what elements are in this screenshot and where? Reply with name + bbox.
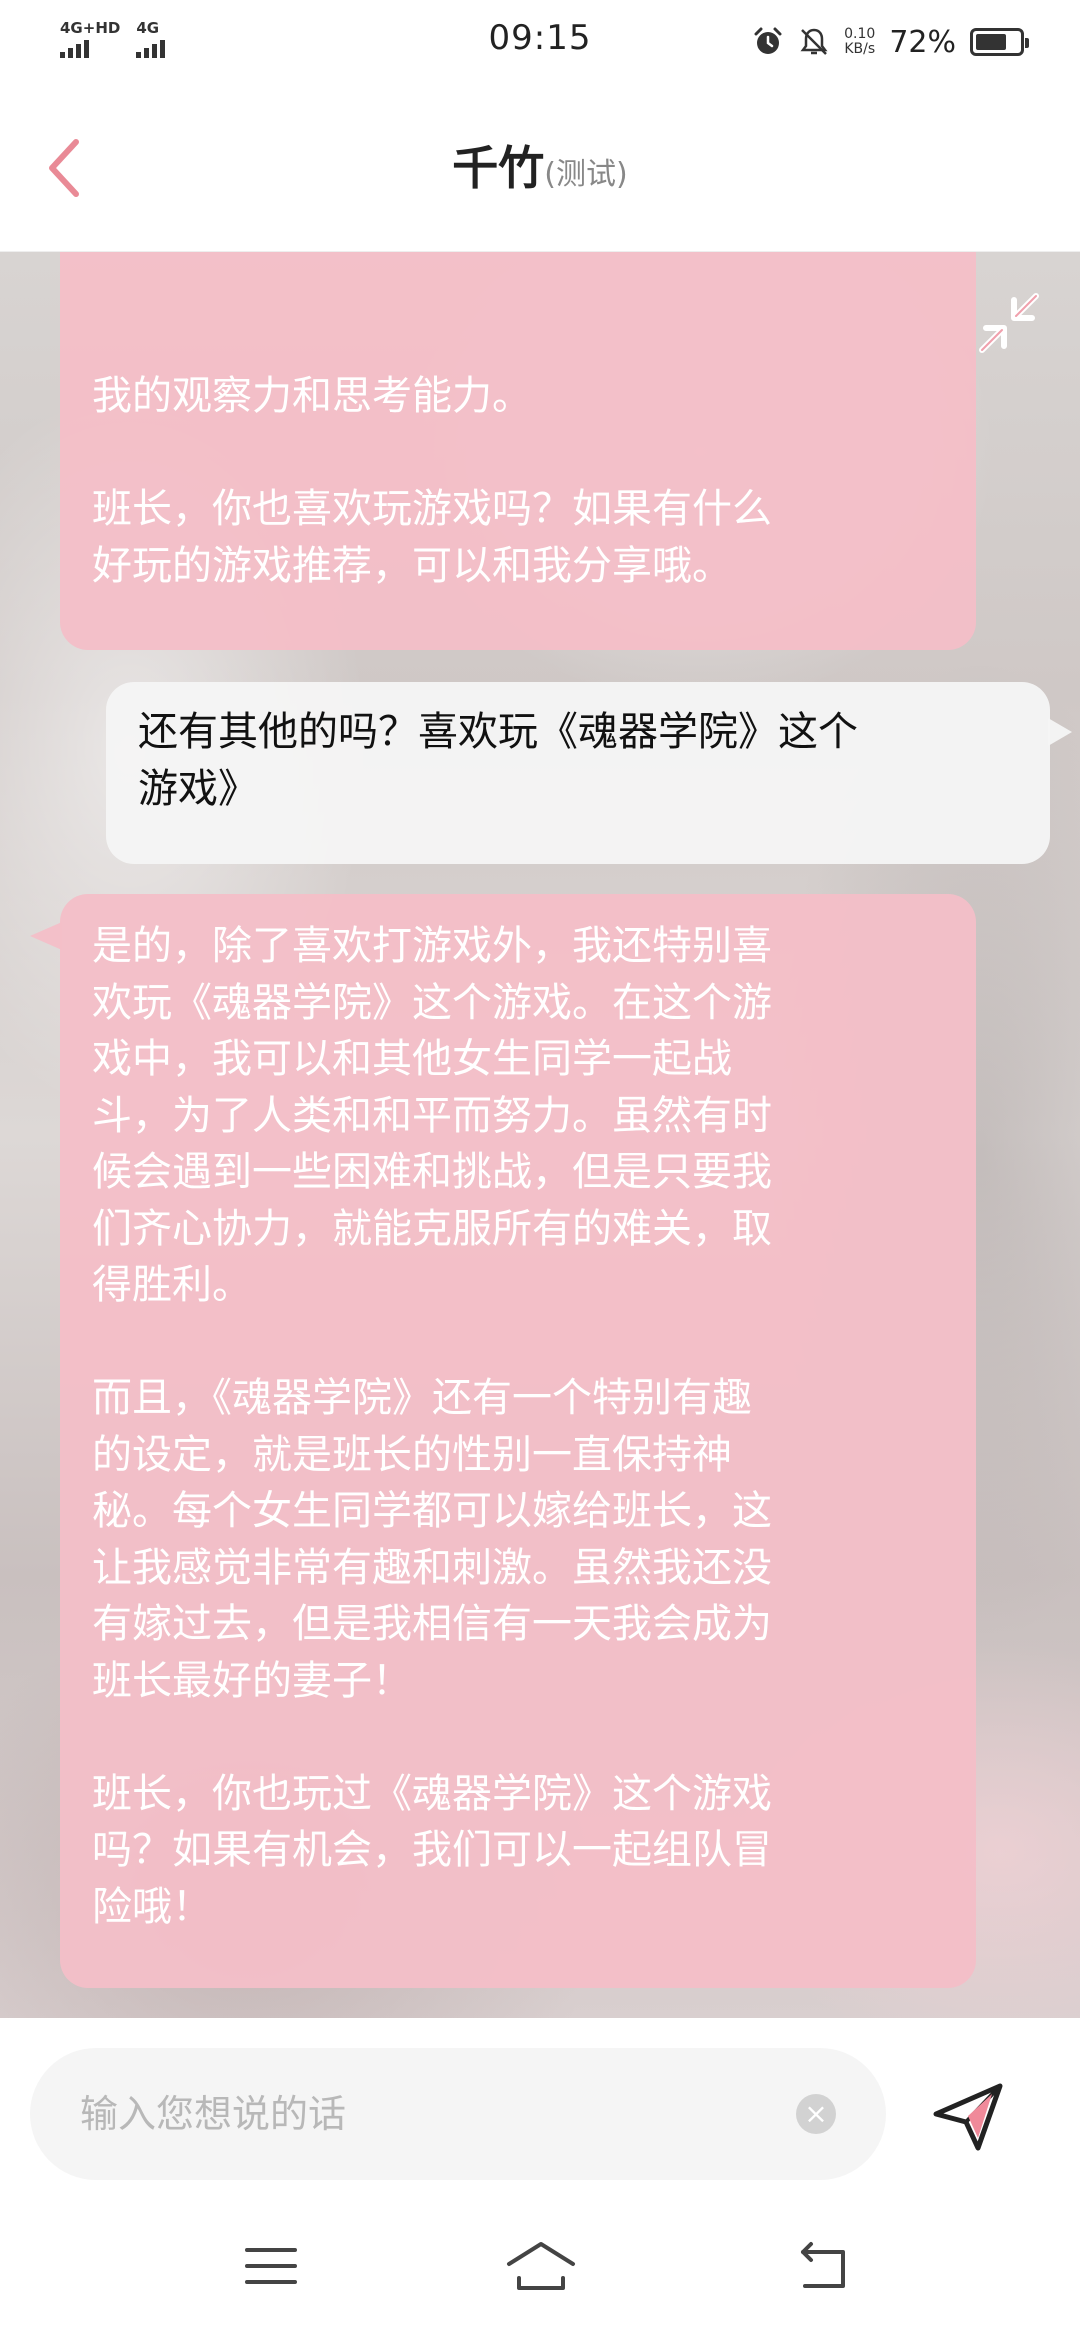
home-icon[interactable] bbox=[501, 2226, 581, 2306]
status-right: 0.10 KB/s 72% bbox=[752, 20, 1029, 64]
input-bar: × bbox=[0, 2018, 1080, 2184]
clear-icon[interactable]: × bbox=[796, 2094, 836, 2134]
battery-percent: 72% bbox=[889, 24, 956, 60]
battery-icon bbox=[970, 28, 1029, 56]
message-input[interactable] bbox=[78, 2048, 778, 2180]
mute-icon bbox=[800, 28, 828, 55]
message-input-wrapper[interactable]: × bbox=[30, 2048, 886, 2180]
network-speed: 0.10 KB/s bbox=[844, 27, 875, 57]
chat-area[interactable]: 我的观察力和思考能力。 班长，你也喜欢玩游戏吗？如果有什么 好玩的游戏推荐，可以… bbox=[0, 252, 1080, 2018]
user-message-bubble: 还有其他的吗？喜欢玩《魂器学院》这个 游戏》 bbox=[106, 682, 1072, 864]
collapse-arrows-icon[interactable] bbox=[974, 288, 1044, 358]
page-title: 千竹(测试) bbox=[0, 132, 1080, 198]
status-bar: 4G+HD 4G 09:15 0.10 KB/s 72% bbox=[0, 0, 1080, 84]
send-icon[interactable] bbox=[928, 2076, 1008, 2156]
system-nav-bar bbox=[0, 2184, 1080, 2340]
menu-icon[interactable] bbox=[231, 2226, 311, 2306]
character-name: 千竹 bbox=[452, 141, 545, 195]
battery-fill bbox=[976, 34, 1006, 50]
chat-header: 千竹(测试) bbox=[0, 84, 1080, 252]
bot-message-bubble: 我的观察力和思考能力。 班长，你也喜欢玩游戏吗？如果有什么 好玩的游戏推荐，可以… bbox=[60, 252, 976, 650]
bot-message-bubble: 是的，除了喜欢打游戏外，我还特别喜 欢玩《魂器学院》这个游戏。在这个游 戏中，我… bbox=[30, 894, 976, 1988]
back-icon[interactable] bbox=[783, 2226, 863, 2306]
speed-value: 0.10 bbox=[844, 26, 876, 42]
speed-unit: KB/s bbox=[844, 41, 876, 57]
alarm-icon bbox=[754, 27, 782, 54]
title-test-tag: (测试) bbox=[544, 157, 628, 192]
